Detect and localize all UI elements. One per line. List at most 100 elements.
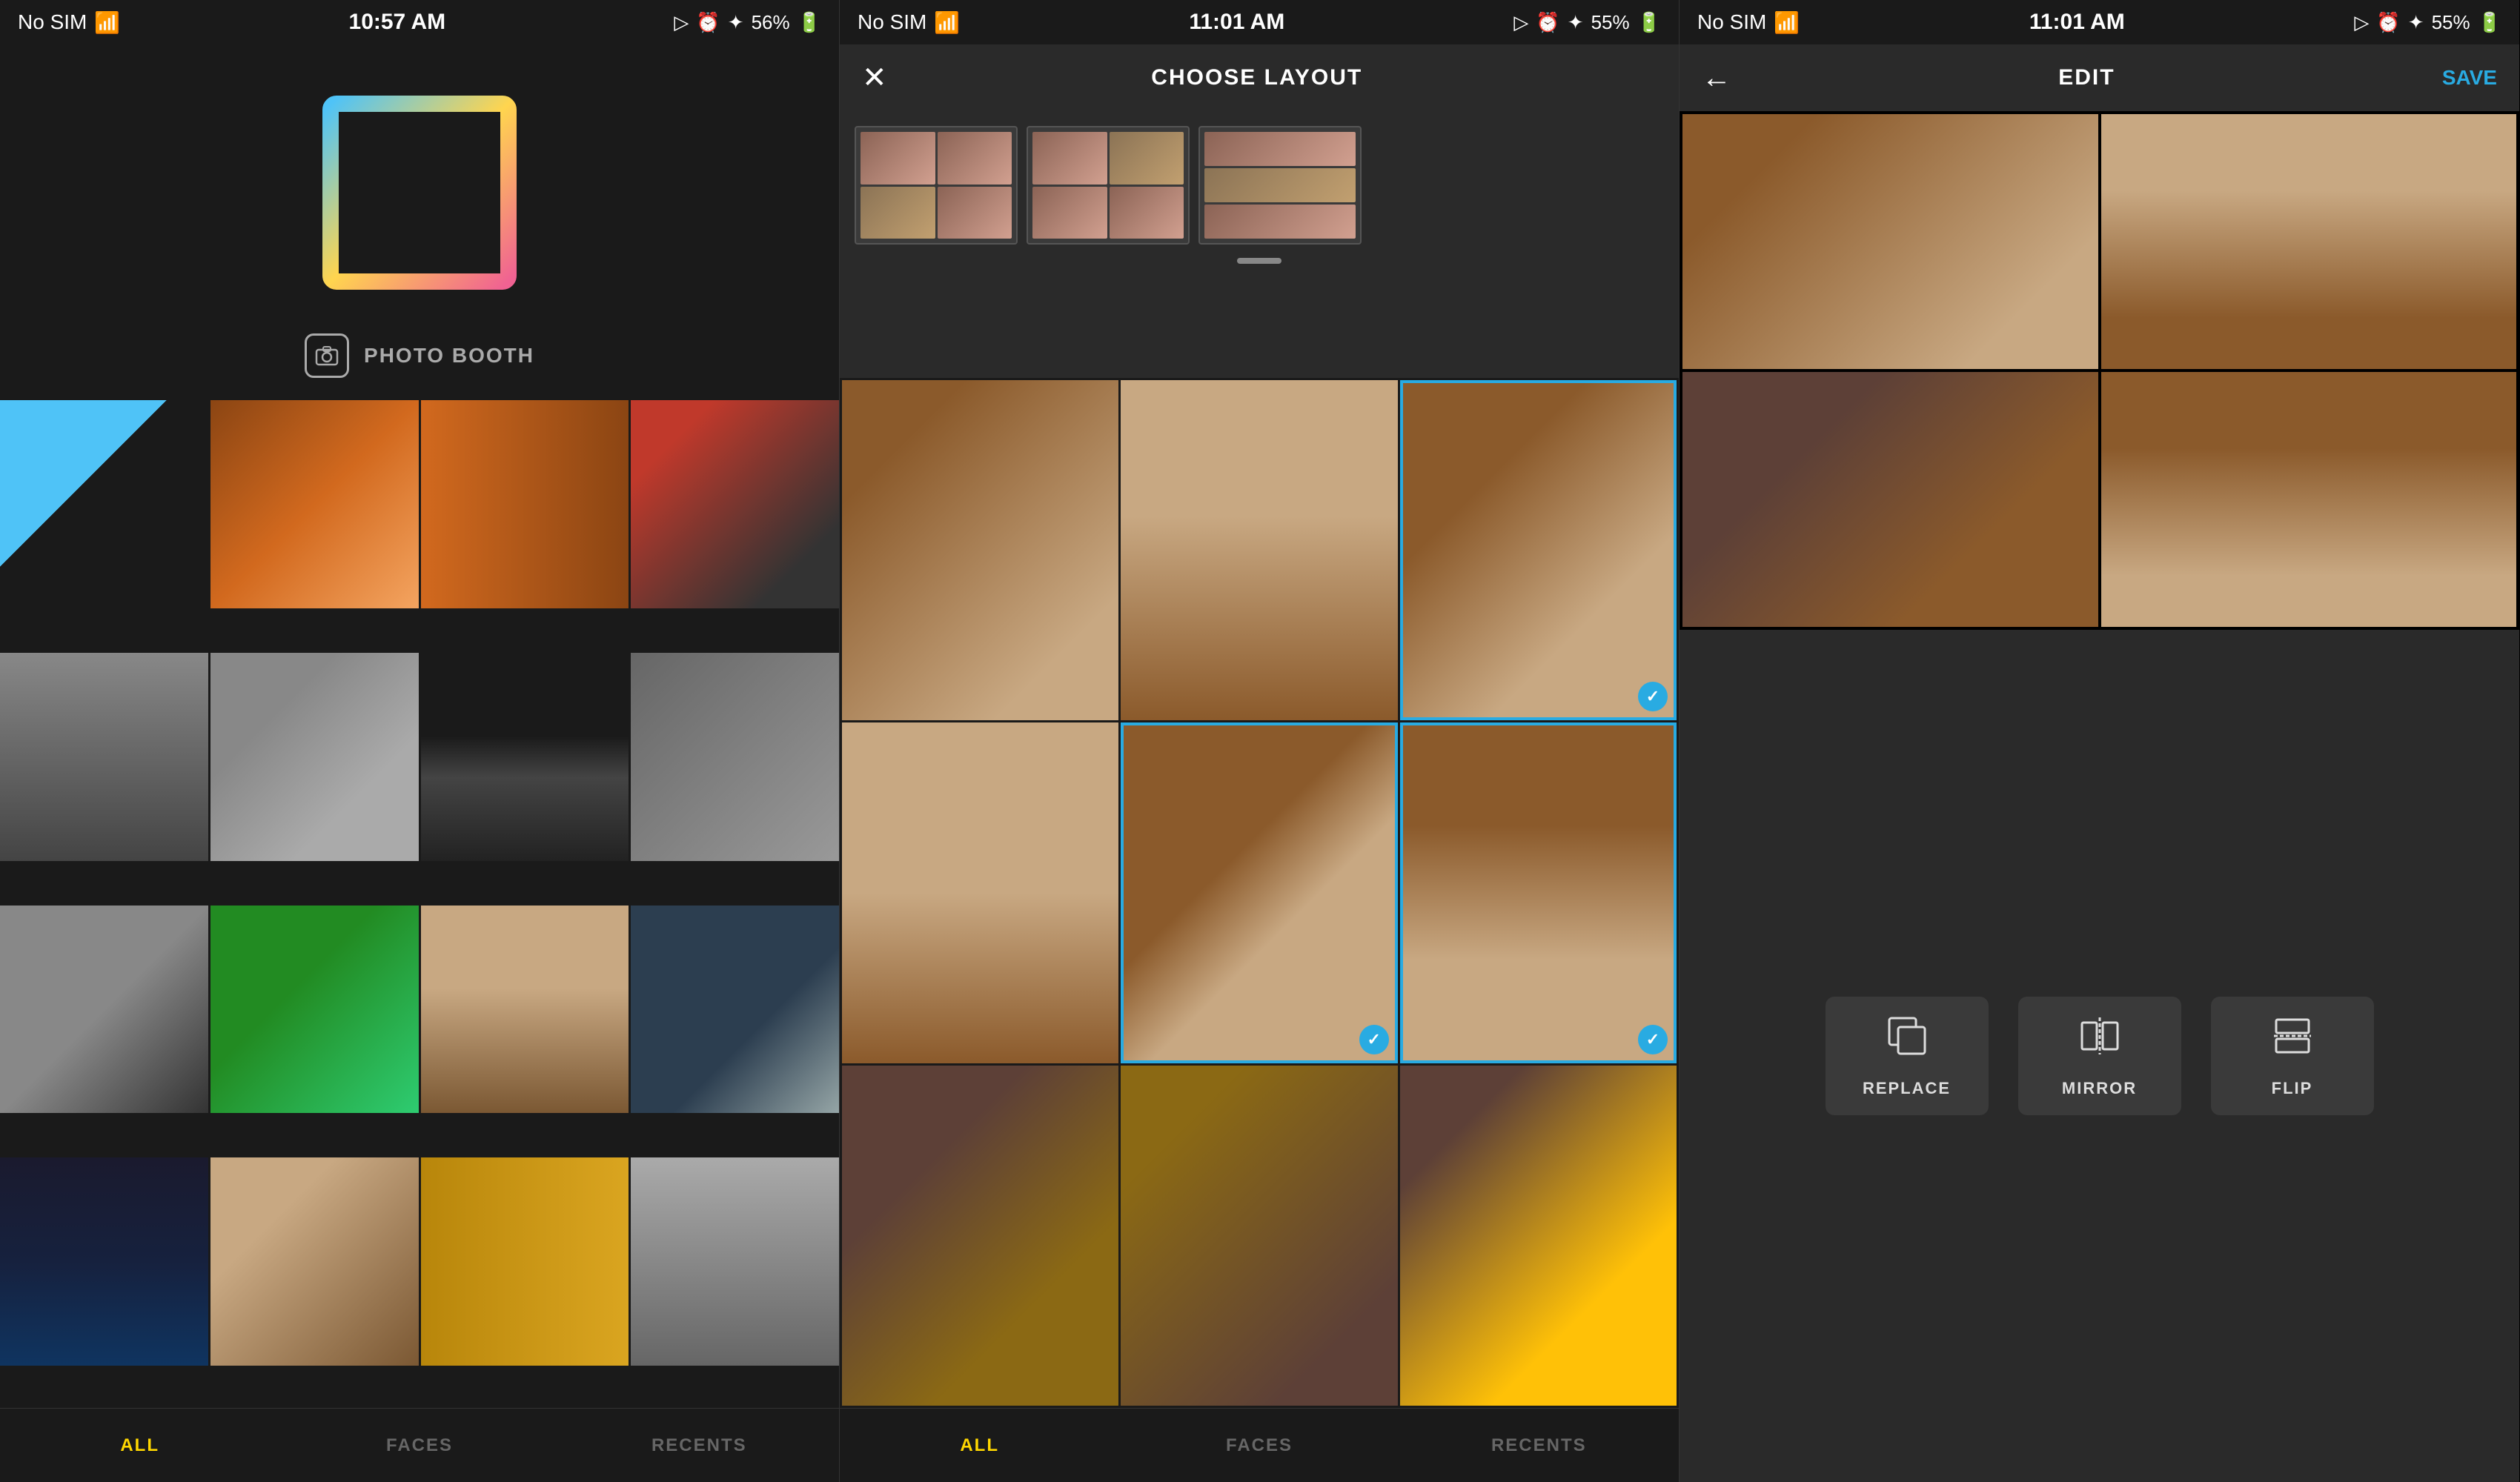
flip-label: FLIP bbox=[2272, 1079, 2313, 1098]
scroll-photo-5[interactable]: ✓ bbox=[1121, 722, 1397, 1063]
photo-cell-14[interactable] bbox=[210, 1157, 419, 1366]
screen-1: PHOTO BOOTH ALL FACES RECENTS bbox=[0, 44, 839, 1482]
photo-cell-6[interactable] bbox=[210, 653, 419, 861]
close-button[interactable]: ✕ bbox=[862, 61, 887, 95]
collage-cell-bot-left[interactable] bbox=[1682, 372, 2098, 627]
camera-icon bbox=[305, 333, 349, 378]
status-right-1: ▷ ⏰ ✦ 56% 🔋 bbox=[674, 11, 821, 34]
tab-recents-1[interactable]: RECENTS bbox=[560, 1420, 839, 1471]
scroll-dot bbox=[1237, 258, 1281, 264]
scroll-photo-4[interactable] bbox=[842, 722, 1118, 1063]
scroll-photo-1[interactable] bbox=[842, 380, 1118, 720]
photo-booth-button[interactable]: PHOTO BOOTH bbox=[0, 319, 839, 400]
edit-title: EDIT bbox=[2058, 65, 2115, 90]
scroll-photo-8[interactable] bbox=[1121, 1066, 1397, 1406]
photo-cell-9[interactable] bbox=[0, 906, 208, 1114]
tab-all-2[interactable]: ALL bbox=[840, 1420, 1119, 1471]
lo-cell bbox=[938, 187, 1012, 239]
bluetooth-icon-2: ✦ bbox=[1568, 11, 1584, 34]
mirror-icon bbox=[2078, 1014, 2122, 1067]
photo-cell-2[interactable] bbox=[210, 400, 419, 608]
collage-cell-top-right[interactable] bbox=[2101, 114, 2517, 369]
photo-cell-13[interactable] bbox=[0, 1157, 208, 1366]
flip-icon bbox=[2270, 1014, 2315, 1067]
battery-icon-3: 🔋 bbox=[2478, 11, 2501, 34]
photo-cell-7[interactable] bbox=[421, 653, 629, 861]
layout-options-row bbox=[840, 111, 1679, 252]
wifi-icon-1: 📶 bbox=[94, 10, 120, 35]
layout-option-1x3[interactable] bbox=[1198, 126, 1362, 245]
layout-option-2x2-a[interactable] bbox=[855, 126, 1018, 245]
lo-cell bbox=[1204, 132, 1356, 166]
status-left-2: No SIM 📶 bbox=[858, 10, 960, 35]
time-label-3: 11:01 AM bbox=[2029, 10, 2125, 35]
scroll-photo-3[interactable]: ✓ bbox=[1400, 380, 1677, 720]
photo-cell-8[interactable] bbox=[631, 653, 839, 861]
photo-cell-5[interactable] bbox=[0, 653, 208, 861]
lo-cell bbox=[938, 132, 1012, 185]
location-icon-1: ▷ bbox=[674, 11, 689, 34]
tab-faces-1[interactable]: FACES bbox=[279, 1420, 559, 1471]
collage-cell-bot-right[interactable] bbox=[2101, 372, 2517, 627]
tab-recents-2[interactable]: RECENTS bbox=[1399, 1420, 1679, 1471]
screen-3: ← EDIT SAVE REP bbox=[1680, 44, 2519, 1482]
tab-faces-2[interactable]: FACES bbox=[1119, 1420, 1399, 1471]
choose-layout-nav: ✕ CHOOSE LAYOUT bbox=[840, 44, 1679, 111]
flip-button[interactable]: FLIP bbox=[2211, 997, 2374, 1115]
status-left-3: No SIM 📶 bbox=[1697, 10, 1800, 35]
layout-option-2x2-b[interactable] bbox=[1027, 126, 1190, 245]
scroll-photo-6[interactable]: ✓ bbox=[1400, 722, 1677, 1063]
scroll-photo-9[interactable] bbox=[1400, 1066, 1677, 1406]
time-label-2: 11:01 AM bbox=[1189, 10, 1284, 35]
scroll-photo-2[interactable] bbox=[1121, 380, 1397, 720]
photo-cell-1[interactable] bbox=[0, 400, 208, 608]
scroll-photo-7[interactable] bbox=[842, 1066, 1118, 1406]
lo-cell bbox=[1110, 132, 1184, 185]
status-bar-1: No SIM 📶 10:57 AM ▷ ⏰ ✦ 56% 🔋 bbox=[0, 0, 839, 44]
battery-label-2: 55% bbox=[1591, 11, 1630, 34]
battery-label-1: 56% bbox=[752, 11, 790, 34]
collage-cell-top-left[interactable] bbox=[1682, 114, 2098, 369]
status-left-1: No SIM 📶 bbox=[18, 10, 120, 35]
photo-scroll-grid: ✓ ✓ ✓ bbox=[840, 378, 1679, 1408]
alarm-icon-1: ⏰ bbox=[696, 11, 720, 34]
tools-area: REPLACE MIRROR bbox=[1680, 630, 2519, 1482]
save-button[interactable]: SAVE bbox=[2442, 66, 2497, 90]
status-bar-3: No SIM 📶 11:01 AM ▷ ⏰ ✦ 55% 🔋 bbox=[1680, 0, 2519, 44]
location-icon-3: ▷ bbox=[2354, 11, 2369, 34]
photo-grid-1 bbox=[0, 400, 839, 1408]
status-bar-2: No SIM 📶 11:01 AM ▷ ⏰ ✦ 55% 🔋 bbox=[840, 0, 1679, 44]
lo-cell bbox=[1110, 187, 1184, 239]
no-sim-label-3: No SIM bbox=[1697, 10, 1766, 34]
tools-row: REPLACE MIRROR bbox=[1826, 997, 2374, 1115]
tab-all-1[interactable]: ALL bbox=[0, 1420, 279, 1471]
location-icon-2: ▷ bbox=[1513, 11, 1528, 34]
mirror-label: MIRROR bbox=[2062, 1079, 2137, 1098]
scroll-indicator bbox=[840, 258, 1679, 264]
mirror-button[interactable]: MIRROR bbox=[2018, 997, 2181, 1115]
photo-cell-15[interactable] bbox=[421, 1157, 629, 1366]
replace-button[interactable]: REPLACE bbox=[1826, 997, 1989, 1115]
check-badge-5: ✓ bbox=[1359, 1025, 1389, 1054]
check-badge-3: ✓ bbox=[1638, 682, 1668, 711]
no-sim-label-2: No SIM bbox=[858, 10, 926, 34]
screen-2: ✕ CHOOSE LAYOUT bbox=[840, 44, 1679, 1482]
bottom-tabs-1: ALL FACES RECENTS bbox=[0, 1408, 839, 1482]
replace-icon bbox=[1885, 1014, 1929, 1067]
photo-cell-4[interactable] bbox=[631, 400, 839, 608]
photo-cell-3[interactable] bbox=[421, 400, 629, 608]
photo-cell-16[interactable] bbox=[631, 1157, 839, 1366]
lo-cell bbox=[1032, 132, 1107, 185]
alarm-icon-3: ⏰ bbox=[2376, 11, 2400, 34]
phone-1: No SIM 📶 10:57 AM ▷ ⏰ ✦ 56% 🔋 bbox=[0, 0, 840, 1482]
status-right-2: ▷ ⏰ ✦ 55% 🔋 bbox=[1513, 11, 1661, 34]
photo-cell-10[interactable] bbox=[210, 906, 419, 1114]
alarm-icon-2: ⏰ bbox=[1536, 11, 1559, 34]
photo-cell-12[interactable] bbox=[631, 906, 839, 1114]
bluetooth-icon-3: ✦ bbox=[2408, 11, 2424, 34]
photo-cell-11[interactable] bbox=[421, 906, 629, 1114]
no-sim-label-1: No SIM bbox=[18, 10, 87, 34]
lo-cell bbox=[1204, 168, 1356, 202]
back-button[interactable]: ← bbox=[1702, 62, 1731, 95]
lo-cell bbox=[1204, 205, 1356, 239]
